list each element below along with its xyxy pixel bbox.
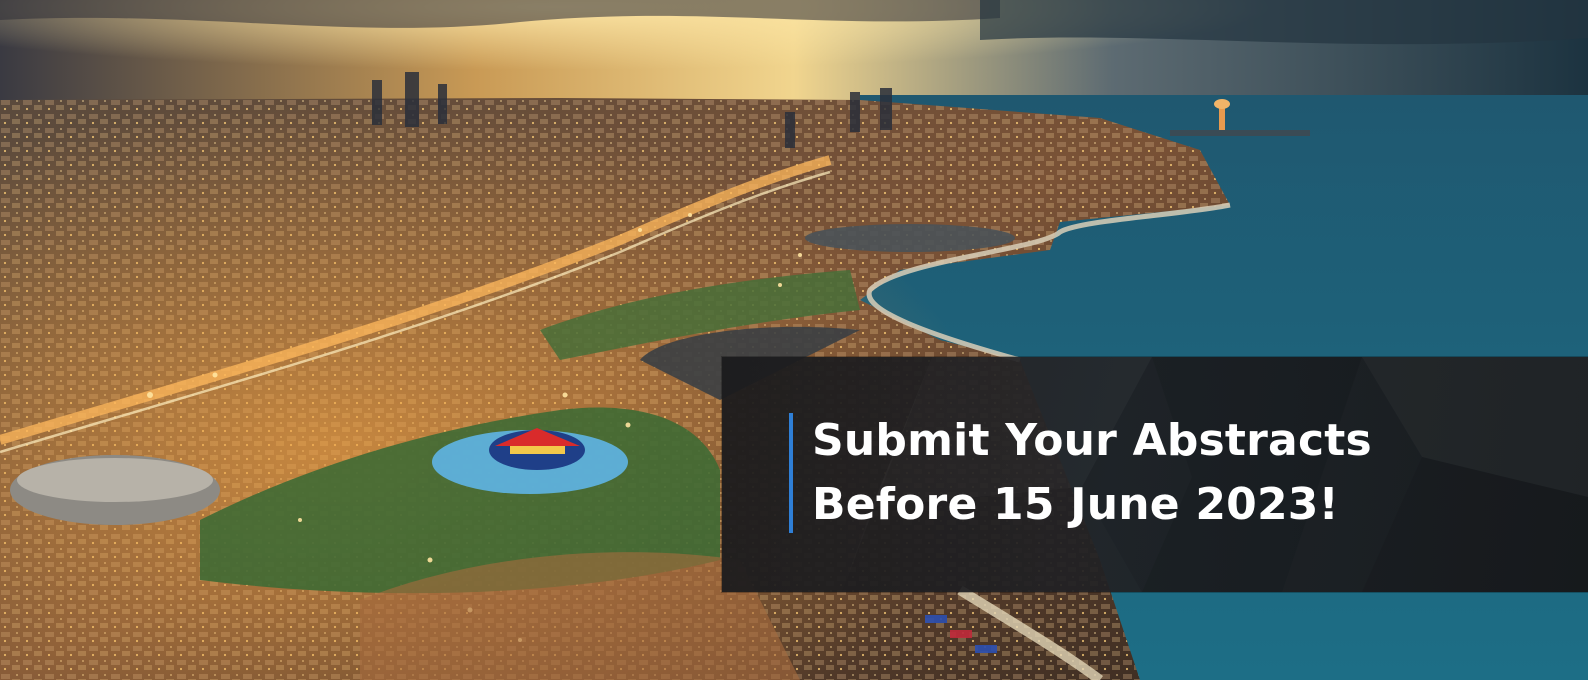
event-banner: Submit Your Abstracts Before 15 June 202… bbox=[0, 0, 1588, 680]
accent-bar bbox=[789, 413, 793, 533]
headline: Submit Your Abstracts Before 15 June 202… bbox=[812, 409, 1372, 537]
headline-line-1: Submit Your Abstracts bbox=[812, 415, 1372, 466]
headline-line-2: Before 15 June 2023! bbox=[812, 479, 1339, 530]
announcement-panel: Submit Your Abstracts Before 15 June 202… bbox=[722, 357, 1588, 592]
